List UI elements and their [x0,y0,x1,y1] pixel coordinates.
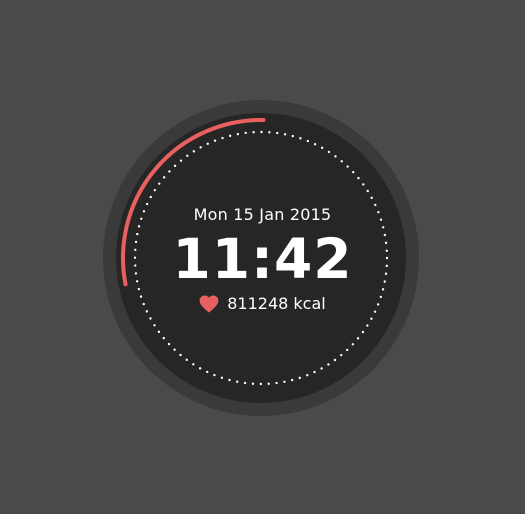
calorie-value: 811248 kcal [227,294,326,313]
heart-icon [199,294,219,313]
date-label: Mon 15 Jan 2015 [193,205,332,224]
calorie-row: 811248 kcal [0,294,525,313]
time-display: 11:42 [172,227,353,291]
